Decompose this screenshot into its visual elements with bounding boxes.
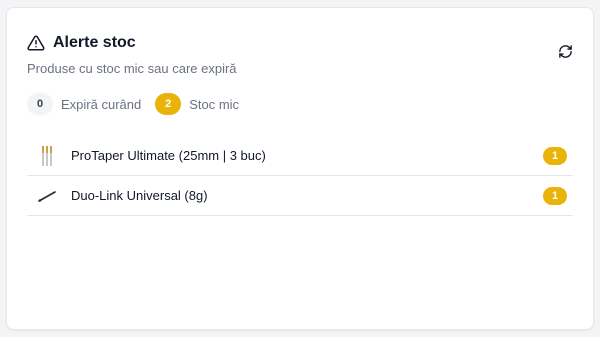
title-row: Alerte stoc	[27, 32, 573, 54]
tab-label: Stoc mic	[189, 96, 240, 112]
tab-low-stock[interactable]: 2 Stoc mic	[155, 93, 239, 115]
filter-tabs: 0 Expiră curând 2 Stoc mic	[27, 93, 253, 115]
item-name: Duo-Link Universal (8g)	[71, 188, 208, 203]
card-header: Alerte stoc Produse cu stoc mic sau care…	[27, 32, 573, 76]
tab-count-badge: 2	[155, 93, 182, 115]
refresh-button[interactable]	[555, 41, 575, 61]
card-subtitle: Produse cu stoc mic sau care expiră	[27, 61, 237, 76]
stock-alerts-card: Alerte stoc Produse cu stoc mic sau care…	[6, 7, 594, 330]
tab-count-badge: 0	[27, 93, 53, 115]
quantity-badge: 1	[543, 146, 567, 165]
quantity-badge: 1	[543, 186, 567, 205]
item-name: ProTaper Ultimate (25mm | 3 buc)	[71, 148, 266, 163]
tab-label: Expiră curând	[61, 96, 142, 112]
list-item[interactable]: Duo-Link Universal (8g) 1	[27, 176, 573, 216]
applicator-icon	[35, 184, 59, 208]
endodontic-files-icon	[35, 144, 59, 168]
tab-expiring-soon[interactable]: 0 Expiră curând	[27, 93, 141, 115]
card-title: Alerte stoc	[53, 34, 136, 51]
refresh-icon	[558, 44, 573, 59]
list-item[interactable]: ProTaper Ultimate (25mm | 3 buc) 1	[27, 136, 573, 176]
alert-list: ProTaper Ultimate (25mm | 3 buc) 1 Duo-L…	[27, 136, 573, 216]
warning-triangle-icon	[27, 34, 45, 52]
